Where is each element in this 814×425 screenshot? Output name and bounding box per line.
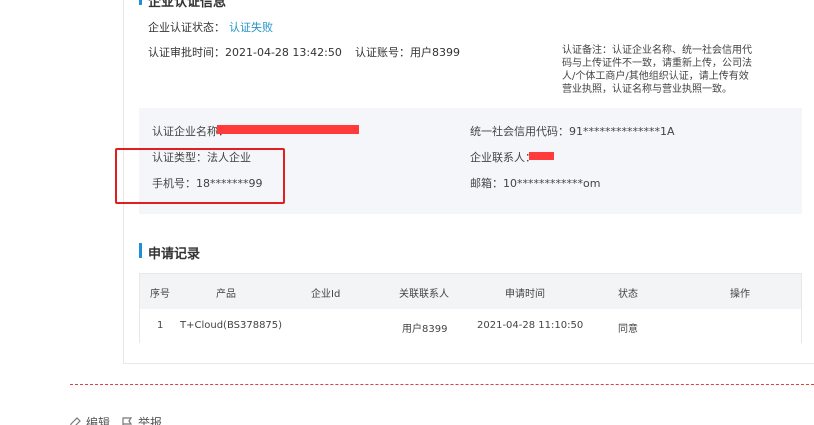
auth-account: 认证账号：用户8399 xyxy=(355,46,460,59)
table-row: 1 T+Cloud(BS378875) 用户8399 2021-04-28 11… xyxy=(140,309,801,344)
redacted-company-name xyxy=(217,125,359,134)
report-label: 举报 xyxy=(138,416,163,425)
section-marker-records xyxy=(139,243,142,258)
auth-status-label: 企业认证状态： xyxy=(148,21,225,34)
auth-status-value[interactable]: 认证失败 xyxy=(229,21,273,34)
row-product: T+Cloud(BS378875) xyxy=(180,320,283,331)
col-actions: 操作 xyxy=(730,289,750,300)
credit-code: 统一社会信用代码：91**************1A xyxy=(470,125,675,138)
col-product: 产品 xyxy=(216,289,236,300)
col-apply-time: 申请时间 xyxy=(505,289,545,300)
edit-button[interactable]: 编辑 xyxy=(68,414,110,425)
col-status: 状态 xyxy=(618,289,638,300)
divider-dashed xyxy=(70,384,814,385)
auth-remark: 认证备注：认证企业名称、统一社会信用代码与上传证件不一致，请重新上传，公司法人/… xyxy=(562,45,752,95)
edit-label: 编辑 xyxy=(86,416,111,425)
report-button[interactable]: 举报 xyxy=(120,414,162,425)
auth-approve-time: 认证审批时间：2021-04-28 13:42:50 xyxy=(148,46,342,59)
col-contact: 关联联系人 xyxy=(399,289,449,300)
row-contact: 用户8399 xyxy=(402,324,448,335)
col-company-id: 企业Id xyxy=(311,289,341,300)
flag-icon xyxy=(122,416,133,425)
highlight-annotation-box xyxy=(115,148,285,204)
row-apply-time: 2021-04-28 11:10:50 xyxy=(477,320,584,331)
row-status: 同意 xyxy=(618,324,638,335)
contact-label: 企业联系人： xyxy=(470,151,536,164)
bottom-actions: 编辑 举报 xyxy=(68,414,162,425)
section-title-auth: 企业认证信息 xyxy=(148,0,227,10)
auth-status: 企业认证状态： 认证失败 xyxy=(148,19,273,35)
redacted-contact xyxy=(529,152,554,160)
email: 邮箱：10************om xyxy=(470,177,601,190)
records-table: 序号 产品 企业Id 关联联系人 申请时间 状态 操作 1 T+Cloud(BS… xyxy=(139,273,802,344)
edit-icon xyxy=(70,416,81,425)
section-title-records: 申请记录 xyxy=(148,247,201,262)
section-marker xyxy=(139,0,142,5)
panel-bottom-border xyxy=(123,363,814,364)
table-header: 序号 产品 企业Id 关联联系人 申请时间 状态 操作 xyxy=(140,274,801,309)
row-index: 1 xyxy=(157,320,164,331)
col-index: 序号 xyxy=(150,289,170,300)
